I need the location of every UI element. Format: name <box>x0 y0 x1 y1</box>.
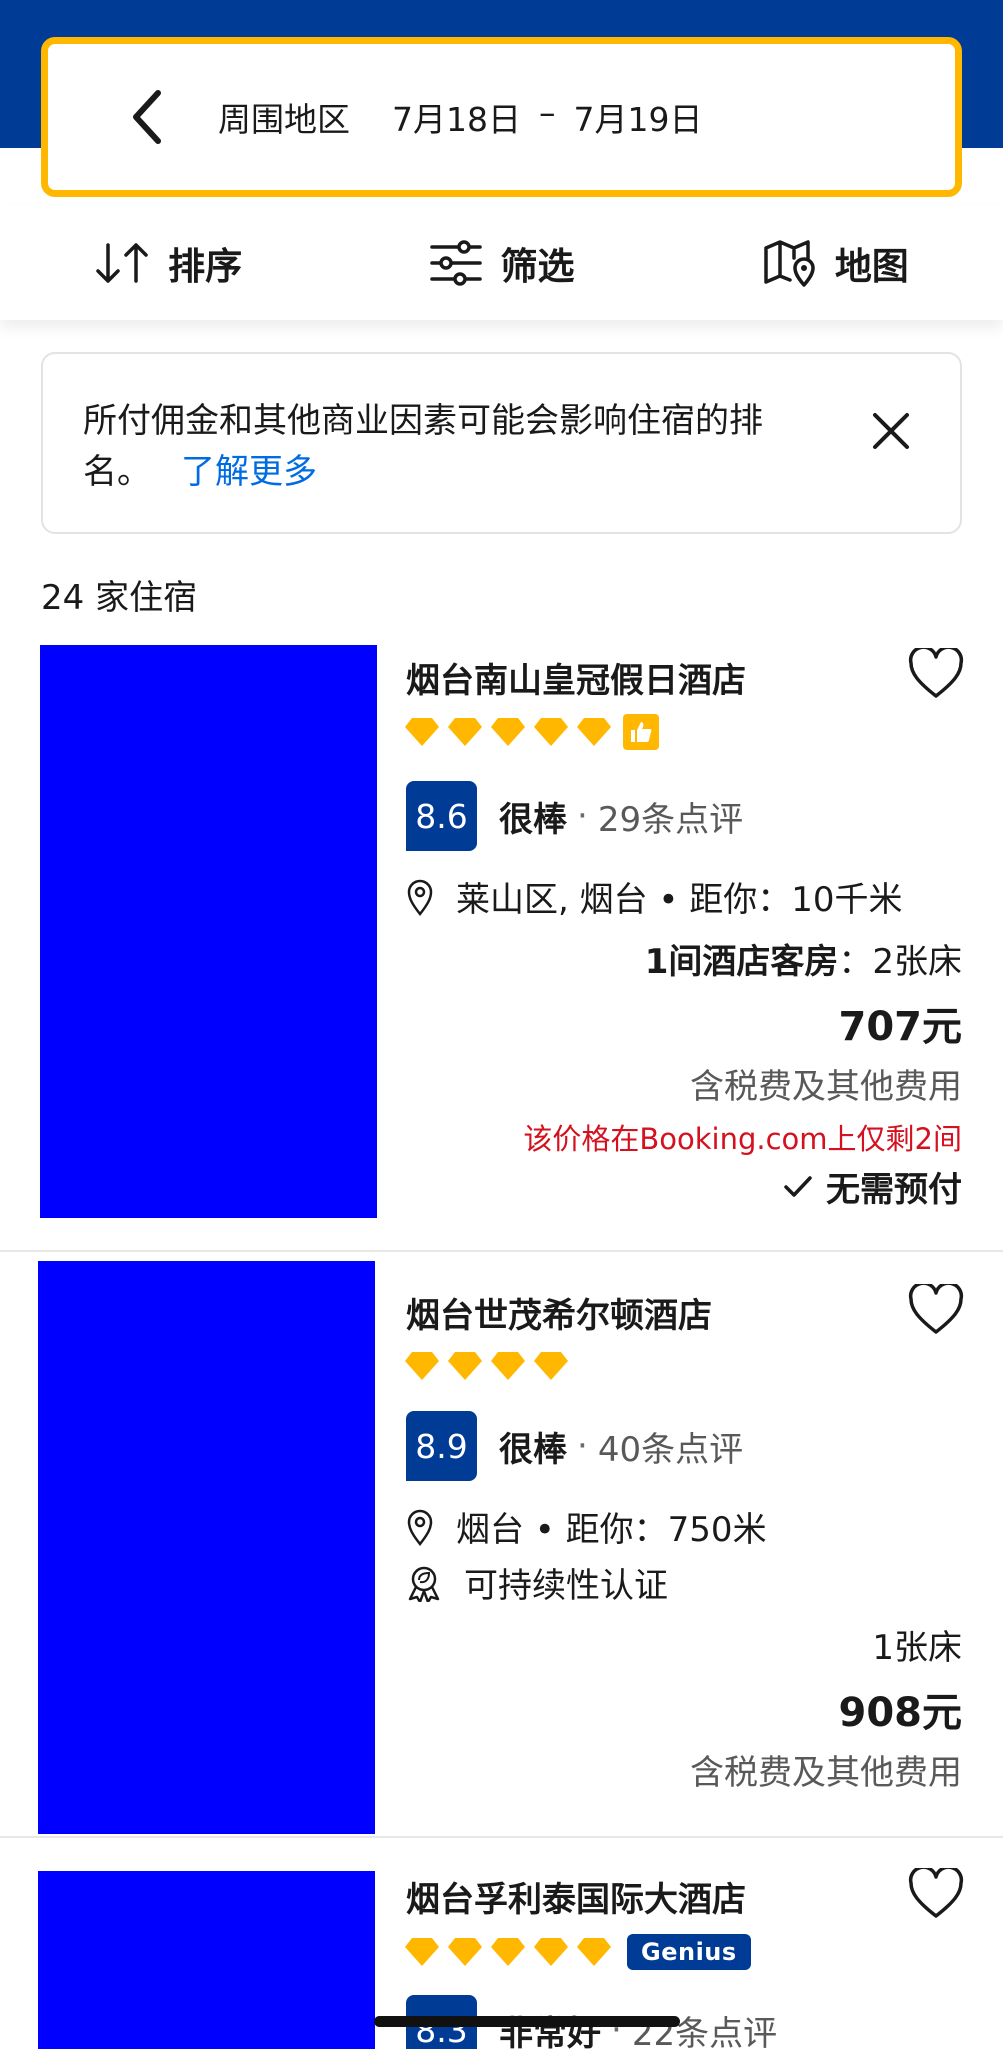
star-diamond-icon <box>534 718 568 746</box>
star-diamond-icon <box>448 1938 482 1966</box>
scarcity-message: 该价格在Booking.com上仅剩2间 <box>523 1122 962 1156</box>
rating-separator: · <box>577 796 588 836</box>
rating-word: 非常好 <box>499 2013 601 2049</box>
heart-icon <box>908 645 964 698</box>
no-prepayment: 无需预付 <box>784 1162 962 1211</box>
star-rating <box>404 714 659 750</box>
filter-button[interactable]: 筛选 <box>430 236 574 290</box>
star-diamond-icon <box>491 718 525 746</box>
favorite-button[interactable] <box>908 1865 964 1920</box>
chevron-left-icon <box>133 90 161 144</box>
room-type: 1间酒店客房 <box>644 942 839 982</box>
rating-word: 很棒 <box>499 1429 567 1470</box>
search-summary-box[interactable]: 周围地区 7月18日 – 7月19日 <box>41 37 962 197</box>
card-divider <box>0 1836 1003 1838</box>
results-count: 24 家住宿 <box>41 578 198 618</box>
sustainability-badge-icon <box>408 1566 440 1602</box>
hotel-photo[interactable] <box>38 1871 375 2049</box>
rating-separator: · <box>577 1426 588 1466</box>
location-text: 烟台 • 距你：750米 <box>456 1510 767 1550</box>
review-score-badge: 8.6 <box>406 781 477 851</box>
no-prepayment-label: 无需预付 <box>826 1170 962 1210</box>
review-count: 22条点评 <box>631 2013 778 2049</box>
heart-icon <box>908 1865 964 1918</box>
room-beds: 1张床 <box>872 1628 962 1668</box>
star-diamond-icon <box>448 718 482 746</box>
sustainability-label: 可持续性认证 <box>464 1566 668 1606</box>
review-score-badge: 8.9 <box>406 1411 477 1481</box>
location-row: 莱山区, 烟台 • 距你：10千米 <box>406 872 903 921</box>
tax-note: 含税费及其他费用 <box>690 1753 962 1793</box>
favorite-button[interactable] <box>908 645 964 700</box>
results-toolbar: 排序 筛选 地图 <box>0 205 1003 320</box>
notice-close-button[interactable] <box>864 404 918 458</box>
location-row: 烟台 • 距你：750米 <box>406 1502 767 1551</box>
ranking-notice: 所付佣金和其他商业因素可能会影响住宿的排名。 了解更多 <box>41 352 962 534</box>
location-text: 莱山区, 烟台 • 距你：10千米 <box>456 880 903 920</box>
review-summary: 8.6 很棒 · 29条点评 <box>406 781 743 851</box>
card-divider <box>0 1250 1003 1252</box>
room-beds: ：2张床 <box>838 942 962 982</box>
home-indicator[interactable] <box>374 2016 680 2027</box>
review-count: 29条点评 <box>597 799 744 840</box>
star-diamond-icon <box>491 1938 525 1966</box>
star-diamond-icon <box>577 1938 611 1966</box>
star-rating <box>404 1351 569 1381</box>
favorite-button[interactable] <box>908 1281 964 1336</box>
learn-more-link[interactable]: 了解更多 <box>181 452 317 492</box>
star-diamond-icon <box>491 1352 525 1380</box>
genius-badge: Genius <box>627 1934 751 1970</box>
tax-note: 含税费及其他费用 <box>690 1067 962 1107</box>
room-info: 1张床 <box>872 1620 962 1669</box>
star-diamond-icon <box>405 1352 439 1380</box>
map-label: 地图 <box>834 244 909 288</box>
star-diamond-icon <box>534 1352 568 1380</box>
hotel-photo[interactable] <box>40 645 377 1218</box>
sort-button[interactable]: 排序 <box>94 236 242 290</box>
sort-label: 排序 <box>168 244 243 288</box>
star-rating: Genius <box>404 1934 751 1970</box>
hotel-name[interactable]: 烟台孚利泰国际大酒店 <box>406 1872 746 1921</box>
price: 908元 <box>838 1690 963 1736</box>
date-start: 7月18日 <box>392 100 521 139</box>
filter-label: 筛选 <box>500 244 575 288</box>
notice-text-block: 所付佣金和其他商业因素可能会影响住宿的排名。 了解更多 <box>83 396 823 498</box>
search-area: 周围地区 <box>218 100 350 139</box>
map-button[interactable]: 地图 <box>763 236 909 290</box>
star-diamond-icon <box>534 1938 568 1966</box>
sort-arrows-icon <box>96 242 148 283</box>
rating-word: 很棒 <box>499 799 567 840</box>
star-diamond-icon <box>405 718 439 746</box>
hotel-name[interactable]: 烟台南山皇冠假日酒店 <box>406 653 746 702</box>
review-summary: 8.9 很棒 · 40条点评 <box>406 1411 743 1481</box>
heart-icon <box>908 1281 964 1334</box>
close-icon <box>873 413 909 449</box>
star-diamond-icon <box>577 718 611 746</box>
preferred-badge <box>623 714 659 750</box>
room-info: 1间酒店客房：2张床 <box>645 934 962 983</box>
date-separator: – <box>539 93 556 132</box>
map-pin-icon <box>764 239 815 287</box>
thumbs-up-icon <box>631 722 652 742</box>
date-end: 7月19日 <box>573 100 703 139</box>
sustainability-row: 可持续性认证 <box>406 1558 668 1607</box>
hotel-photo[interactable] <box>38 1261 375 1834</box>
checkmark-icon <box>784 1175 812 1197</box>
review-count: 40条点评 <box>597 1429 744 1470</box>
hotel-name[interactable]: 烟台世茂希尔顿酒店 <box>406 1288 712 1337</box>
search-summary: 周围地区 7月18日 – 7月19日 <box>218 93 703 141</box>
star-diamond-icon <box>448 1352 482 1380</box>
back-button[interactable] <box>106 77 186 157</box>
filter-sliders-icon <box>430 239 483 286</box>
price: 707元 <box>838 1004 963 1050</box>
location-pin-icon <box>407 1509 433 1546</box>
star-diamond-icon <box>405 1938 439 1966</box>
location-pin-icon <box>407 879 433 916</box>
